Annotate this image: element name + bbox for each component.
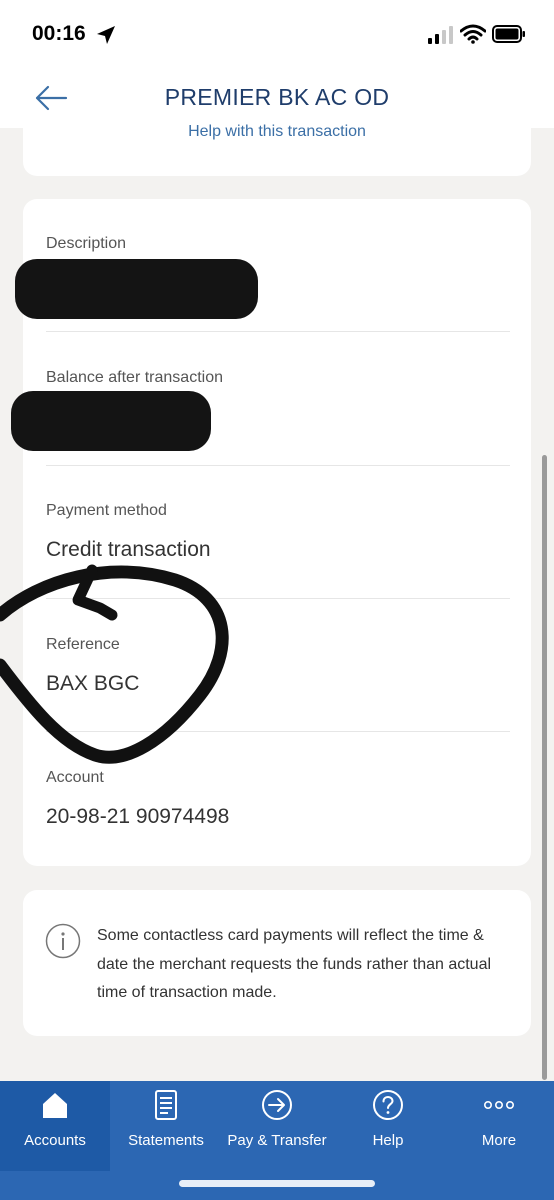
tab-more[interactable]: More xyxy=(444,1081,554,1171)
account-value: 20-98-21 90974498 xyxy=(46,805,230,828)
home-indicator xyxy=(179,1180,375,1187)
reference-label: Reference xyxy=(46,636,120,653)
tab-label: More xyxy=(481,1132,517,1149)
scrollbar[interactable] xyxy=(542,455,547,1080)
info-icon xyxy=(45,923,81,959)
account-row: Account 20-98-21 90974498 xyxy=(46,769,510,829)
redaction-mark-description xyxy=(15,259,258,319)
question-icon xyxy=(373,1090,403,1120)
payment-method-value: Credit transaction xyxy=(46,538,211,561)
nav-header: PREMIER BK AC OD xyxy=(0,70,554,128)
tab-accounts[interactable]: Accounts xyxy=(0,1081,110,1171)
tab-label: Accounts xyxy=(24,1132,86,1149)
page-title: PREMIER BK AC OD xyxy=(164,84,390,110)
payment-method-row: Payment method Credit transaction xyxy=(46,502,510,562)
help-card: Help with this transaction xyxy=(23,123,531,176)
battery-icon xyxy=(492,25,525,43)
help-transaction-link[interactable]: Help with this transaction xyxy=(23,123,531,141)
reference-row: Reference BAX BGC xyxy=(46,636,510,696)
tab-help[interactable]: Help xyxy=(333,1081,443,1171)
reference-value: BAX BGC xyxy=(46,672,140,695)
cellular-signal-icon xyxy=(428,26,453,44)
tab-label: Help xyxy=(372,1132,404,1149)
wifi-icon xyxy=(460,24,486,44)
location-arrow-icon xyxy=(97,26,115,44)
tab-pay-transfer[interactable]: Pay & Transfer xyxy=(222,1081,332,1171)
divider xyxy=(46,331,510,332)
balance-label: Balance after transaction xyxy=(46,369,223,386)
info-notice-text: Some contactless card payments will refl… xyxy=(97,927,492,1001)
description-label: Description xyxy=(46,235,127,252)
tab-label: Statements xyxy=(128,1132,204,1149)
redaction-mark-balance xyxy=(11,391,211,451)
status-bar: 00:16 xyxy=(0,0,554,70)
home-icon xyxy=(43,1093,67,1118)
document-icon xyxy=(155,1090,177,1120)
account-label: Account xyxy=(46,769,104,786)
more-dots-icon xyxy=(483,1101,514,1110)
payment-method-label: Payment method xyxy=(46,502,167,519)
divider xyxy=(46,731,510,732)
status-time: 00:16 xyxy=(32,22,86,45)
divider xyxy=(46,598,510,599)
tab-statements[interactable]: Statements xyxy=(111,1081,221,1171)
divider xyxy=(46,465,510,466)
transaction-details-card: Description MAHMUT DEDE Balance after tr… xyxy=(11,199,531,866)
info-notice-card: Some contactless card payments will refl… xyxy=(23,890,531,1036)
tab-label: Pay & Transfer xyxy=(227,1132,327,1149)
transfer-arrow-icon xyxy=(262,1090,292,1120)
